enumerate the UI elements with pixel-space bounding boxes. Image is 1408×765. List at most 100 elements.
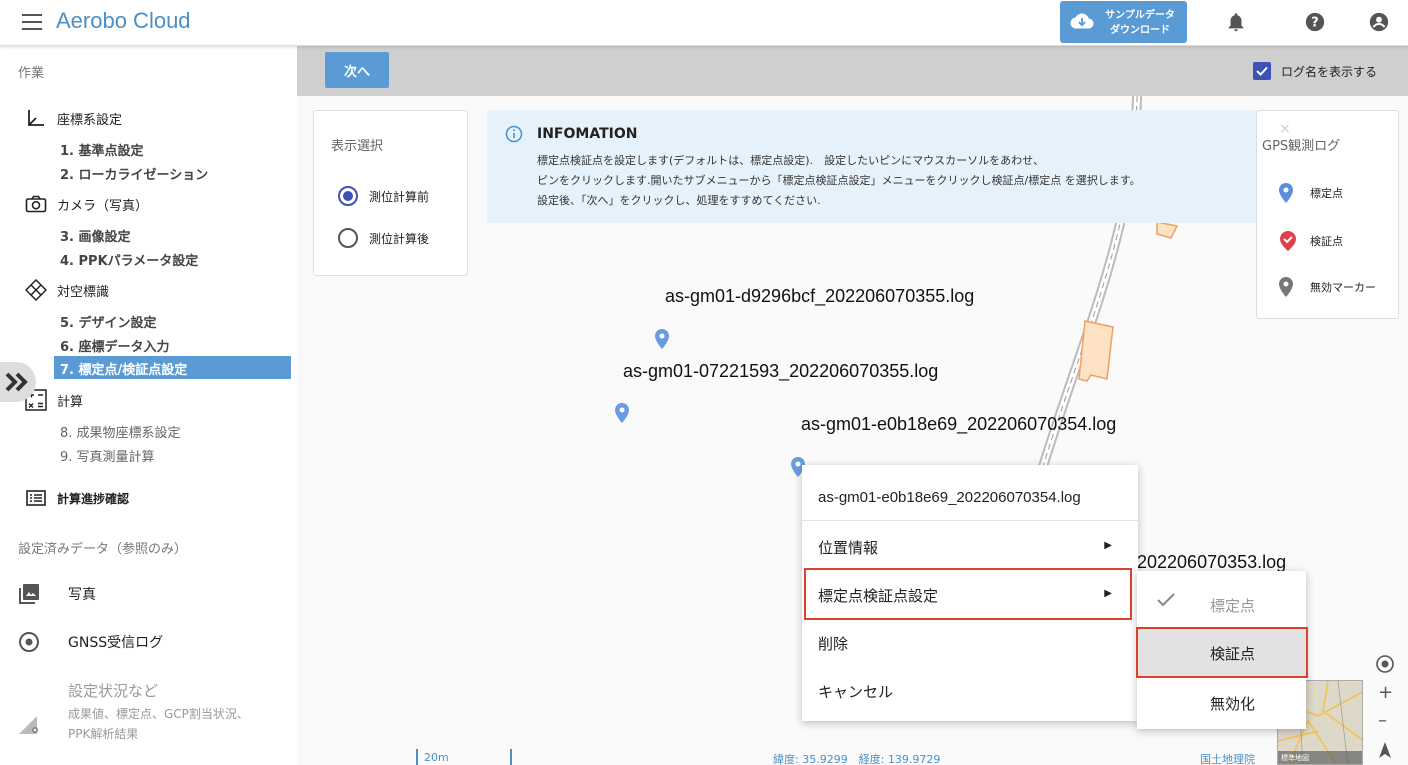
svg-text:?: ?: [1311, 16, 1318, 31]
submenu-item-invalidate[interactable]: 無効化: [1137, 679, 1306, 727]
info-line-2: ピンをクリックします.開いたサブメニューから「標定点検証点設定」メニューをクリッ…: [537, 174, 1141, 187]
display-select-panel: 表示選択 測位計算前 測位計算後: [313, 110, 468, 276]
attribution-link[interactable]: 国土地理院: [1200, 751, 1255, 765]
menu-item-location[interactable]: 位置情報 ▶: [802, 537, 1138, 561]
sidebar-item-localization[interactable]: 2. ローカライゼーション: [60, 164, 208, 183]
menu-item-delete[interactable]: 削除: [802, 633, 1138, 657]
radio-before-calc[interactable]: 測位計算前: [338, 186, 429, 206]
ref-item-gnss[interactable]: GNSS受信ログ: [18, 631, 163, 653]
sidebar: 作業 座標系設定 1. 基準点設定 2. ローカライゼーション カメラ（写真） …: [0, 46, 297, 765]
download-label-2: ダウンロード: [1110, 25, 1170, 36]
ref-item-status[interactable]: 設定状況など 成果値、標定点、GCP割当状況、 PPK解析結果: [18, 680, 249, 742]
app-title: Aerobo Cloud: [56, 8, 191, 33]
log-label-3: as-gm01-e0b18e69_202206070354.log: [801, 414, 1117, 434]
map-toolbar: 次へ ログ名を表示する: [297, 46, 1408, 96]
group-label: 対空標識: [57, 284, 110, 300]
ref-item-label: 写真: [68, 587, 96, 603]
work-section-label: 作業: [18, 66, 45, 81]
ref-item-label: GNSS受信ログ: [68, 635, 164, 651]
group-coordinate[interactable]: 座標系設定: [24, 108, 122, 128]
divider: [802, 520, 1138, 521]
sidebar-item-coord-input[interactable]: 6. 座標データ入力: [60, 336, 170, 355]
group-label: カメラ（写真）: [57, 198, 149, 214]
double-chevron-icon: [5, 372, 28, 392]
pin-check-icon: [1280, 231, 1296, 251]
map-area[interactable]: 次へ ログ名を表示する 表示選択 測位計算前 測位計算後 INFOMATION …: [297, 46, 1408, 765]
info-line-1: 標定点検証点を設定します(デフォルトは、標定点設定). 設定したいピンにマウスカ…: [537, 154, 1045, 167]
map-pin-icon[interactable]: [655, 329, 669, 349]
info-box: INFOMATION 標定点検証点を設定します(デフォルトは、標定点設定). 設…: [487, 110, 1267, 223]
radio-after-calc[interactable]: 測位計算後: [338, 228, 429, 248]
log-label-4: 202206070353.log: [1137, 552, 1287, 572]
zoom-in-button[interactable]: +: [1378, 682, 1393, 703]
context-menu: as-gm01-e0b18e69_202206070354.log 位置情報 ▶…: [802, 465, 1138, 721]
ref-item-photos[interactable]: 写真: [18, 583, 96, 605]
locate-icon[interactable]: [1375, 654, 1395, 674]
compass-icon[interactable]: [1378, 742, 1392, 758]
submenu-item-gcp[interactable]: 標定点: [1137, 571, 1306, 627]
photo-library-icon: [18, 583, 40, 605]
menu-item-gcp-check-settings[interactable]: 標定点検証点設定 ▶: [802, 585, 1138, 609]
radio-target-icon: [18, 631, 40, 653]
legend-panel: × GPS観測ログ 標定点 検証点 無効マーカー: [1256, 110, 1399, 319]
scale-label: 20m: [424, 751, 449, 764]
group-camera[interactable]: カメラ（写真）: [24, 194, 148, 214]
display-select-title: 表示選択: [331, 139, 384, 154]
sidebar-item-base-point[interactable]: 1. 基準点設定: [60, 140, 144, 159]
sidebar-item-gcp-settings[interactable]: 7. 標定点/検証点設定: [54, 356, 291, 379]
show-logname-toggle[interactable]: ログ名を表示する: [1253, 62, 1377, 80]
axis-icon: [24, 108, 48, 128]
list-icon: [24, 488, 48, 508]
show-logname-label: ログ名を表示する: [1281, 64, 1378, 79]
pin-blue-icon: [1279, 183, 1293, 203]
camera-icon: [24, 194, 48, 214]
info-icon: [505, 125, 523, 143]
log-label-1: as-gm01-d9296bcf_202206070355.log: [665, 286, 975, 306]
checkbox-checked-icon[interactable]: [1253, 62, 1271, 80]
signal-settings-icon: [18, 713, 40, 735]
status-title: 設定状況など: [68, 682, 159, 700]
menu-icon[interactable]: [22, 14, 42, 30]
chevron-right-icon: ▶: [1104, 588, 1112, 599]
group-label: 座標系設定: [57, 112, 123, 128]
legend-item-check: 検証点: [1279, 231, 1343, 251]
log-label-2: as-gm01-07221593_202206070355.log: [623, 361, 939, 381]
help-icon[interactable]: ?: [1304, 11, 1326, 33]
group-target[interactable]: 対空標識: [24, 279, 110, 301]
minimap-label: 標準地図: [1281, 754, 1309, 762]
next-button[interactable]: 次へ: [325, 52, 389, 88]
group-progress[interactable]: 計算進捗確認: [24, 488, 129, 508]
submenu-item-check-point[interactable]: 検証点: [1137, 629, 1306, 677]
cloud-download-icon: [1070, 13, 1094, 29]
group-label: 計算: [57, 394, 84, 410]
sample-download-button[interactable]: サンプルデータ ダウンロード: [1060, 1, 1187, 43]
group-calc[interactable]: 計算: [24, 389, 84, 411]
sidebar-item-design[interactable]: 5. デザイン設定: [60, 312, 157, 331]
sidebar-item-output-coord[interactable]: 8. 成果物座標系設定: [60, 422, 181, 441]
info-line-3: 設定後、「次へ」をクリックし、処理をすすめてください.: [537, 194, 821, 207]
info-title: INFOMATION: [537, 126, 638, 142]
app-header: Aerobo Cloud サンプルデータ ダウンロード ?: [0, 0, 1408, 46]
target-diamond-icon: [24, 279, 48, 301]
sidebar-item-photogrammetry[interactable]: 9. 写真測量計算: [60, 446, 155, 465]
ref-section-label: 設定済みデータ（参照のみ）: [18, 542, 188, 557]
legend-title: GPS観測ログ: [1262, 139, 1341, 154]
submenu: 標定点 検証点 無効化: [1137, 571, 1306, 729]
account-icon[interactable]: [1368, 11, 1390, 33]
radio-selected-icon[interactable]: [338, 186, 358, 206]
radio-label: 測位計算後: [369, 231, 430, 246]
download-label-1: サンプルデータ: [1105, 10, 1175, 21]
legend-item-invalid: 無効マーカー: [1279, 277, 1376, 297]
map-pin-icon[interactable]: [615, 403, 629, 423]
zoom-out-button[interactable]: –: [1378, 710, 1387, 731]
group-label: 計算進捗確認: [57, 491, 130, 506]
status-sub-1: 成果値、標定点、GCP割当状況、: [68, 707, 249, 721]
bell-icon[interactable]: [1225, 11, 1247, 33]
pin-gray-icon: [1279, 277, 1293, 297]
legend-item-gcp: 標定点: [1279, 183, 1343, 203]
sidebar-item-image-settings[interactable]: 3. 画像設定: [60, 226, 131, 245]
status-sub-2: PPK解析結果: [68, 727, 139, 741]
radio-unselected-icon[interactable]: [338, 228, 358, 248]
menu-item-cancel[interactable]: キャンセル: [802, 681, 1138, 705]
sidebar-item-ppk-params[interactable]: 4. PPKパラメータ設定: [60, 250, 198, 269]
